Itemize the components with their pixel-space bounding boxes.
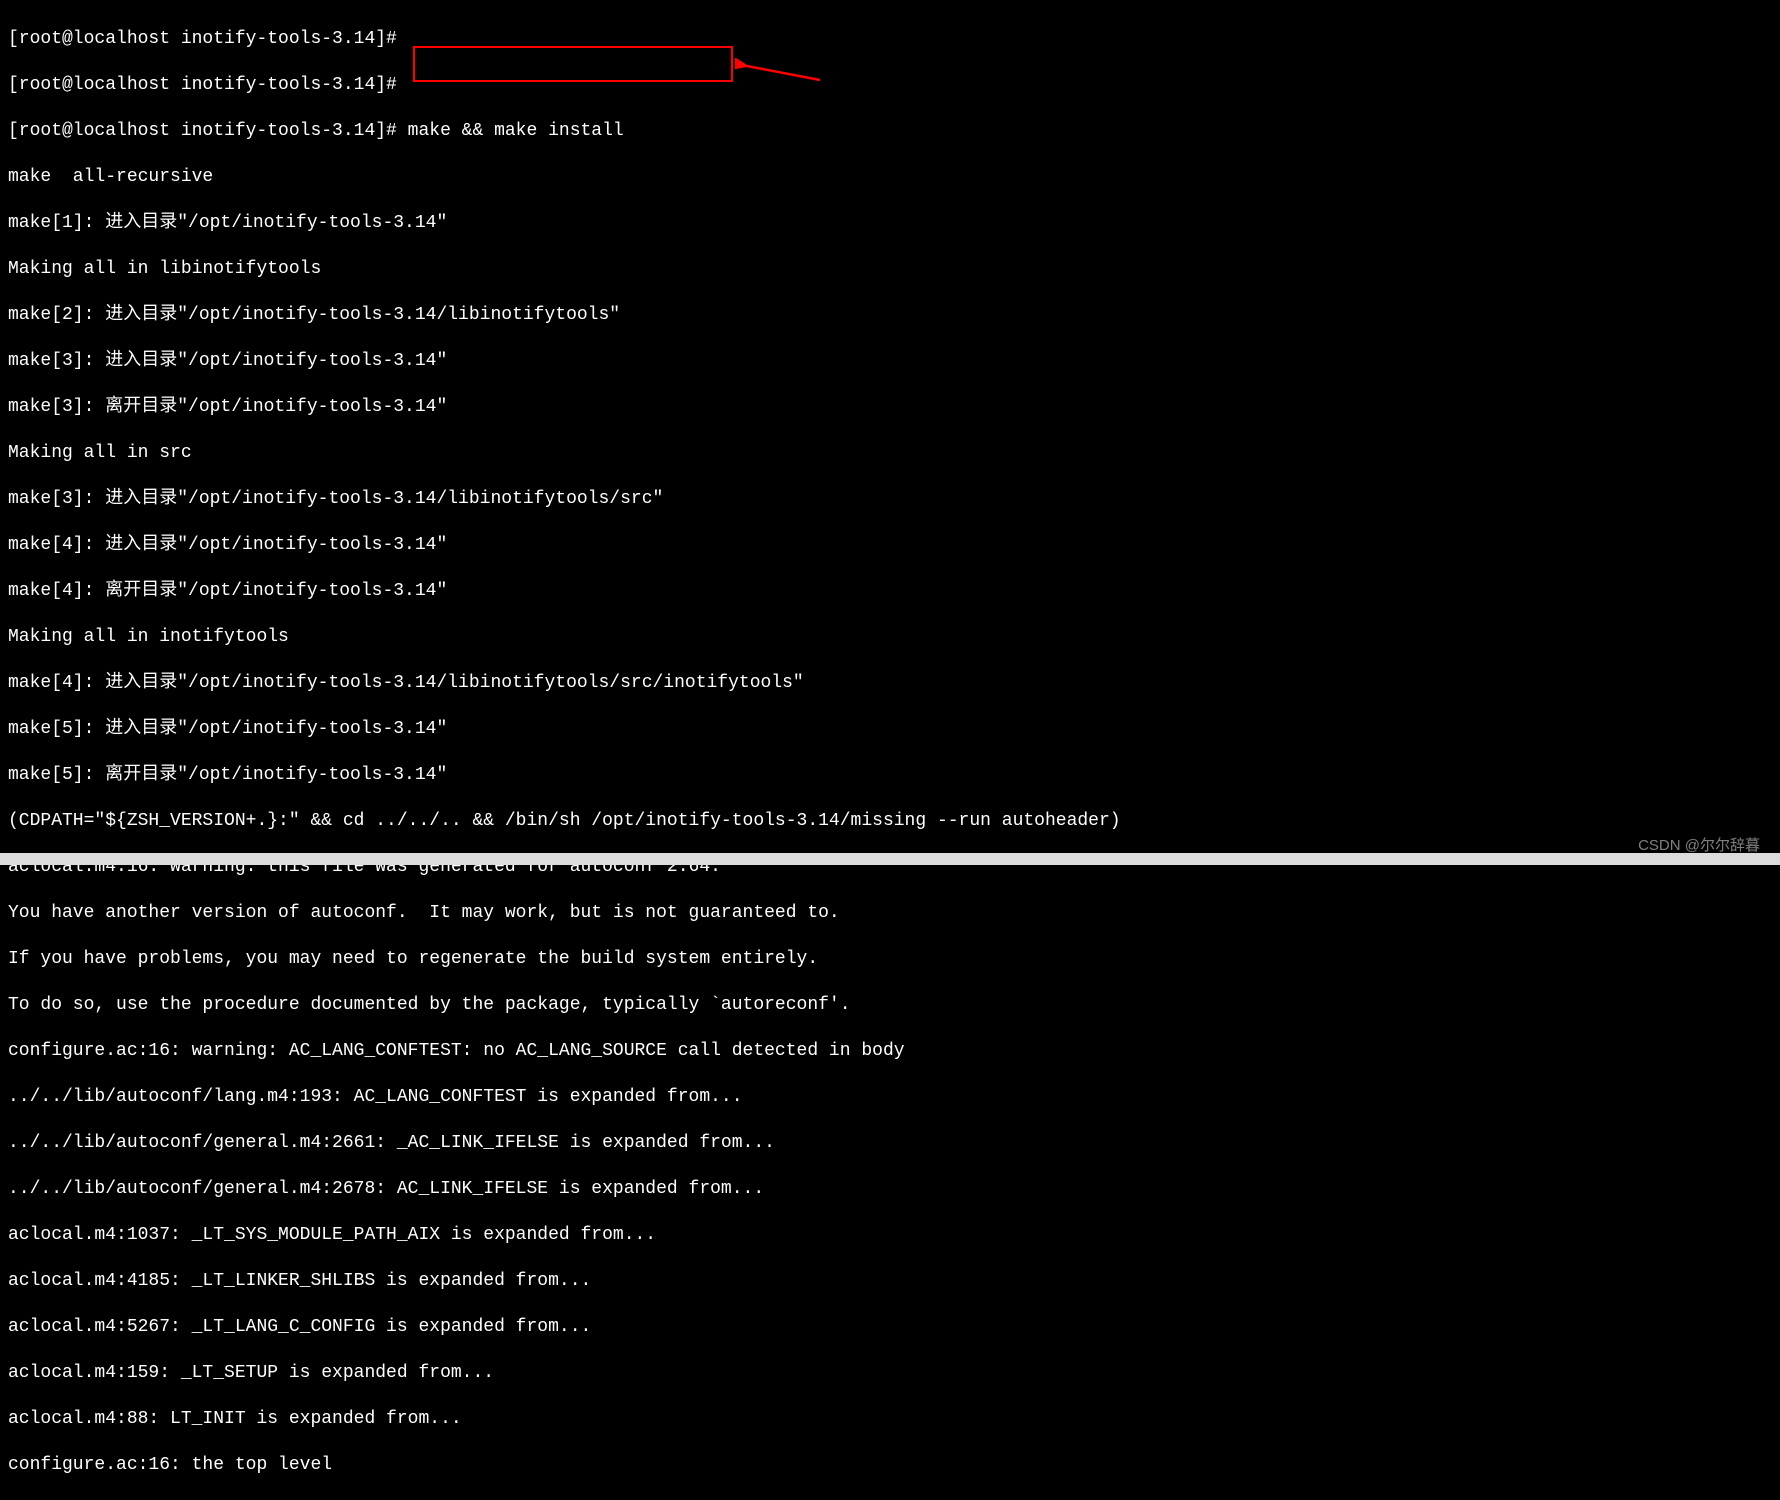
terminal-line: aclocal.m4:5267: _LT_LANG_C_CONFIG is ex…: [8, 1316, 1772, 1339]
terminal-line: Making all in src: [8, 442, 1772, 465]
terminal-line: Making all in inotifytools: [8, 626, 1772, 649]
terminal-line: make[5]: 离开目录"/opt/inotify-tools-3.14": [8, 764, 1772, 787]
terminal-line: aclocal.m4:159: _LT_SETUP is expanded fr…: [8, 1362, 1772, 1385]
terminal-line: make[4]: 离开目录"/opt/inotify-tools-3.14": [8, 580, 1772, 603]
terminal-line: make[4]: 进入目录"/opt/inotify-tools-3.14": [8, 534, 1772, 557]
terminal-line: make[2]: 进入目录"/opt/inotify-tools-3.14/li…: [8, 304, 1772, 327]
terminal-line: make all-recursive: [8, 166, 1772, 189]
terminal-line: aclocal.m4:4185: _LT_LINKER_SHLIBS is ex…: [8, 1270, 1772, 1293]
terminal-line: aclocal.m4:88: LT_INIT is expanded from.…: [8, 1408, 1772, 1431]
terminal-line: aclocal.m4:1037: _LT_SYS_MODULE_PATH_AIX…: [8, 1224, 1772, 1247]
terminal-line: (CDPATH="${ZSH_VERSION+.}:" && cd ../../…: [8, 810, 1772, 833]
terminal-line: make[1]: 进入目录"/opt/inotify-tools-3.14": [8, 212, 1772, 235]
terminal-line: configure.ac:16: warning: AC_LANG_CONFTE…: [8, 1040, 1772, 1063]
terminal-line: make[3]: 进入目录"/opt/inotify-tools-3.14/li…: [8, 488, 1772, 511]
terminal-line: ../../lib/autoconf/general.m4:2678: AC_L…: [8, 1178, 1772, 1201]
terminal-line: If you have problems, you may need to re…: [8, 948, 1772, 971]
terminal-line: ../../lib/autoconf/lang.m4:193: AC_LANG_…: [8, 1086, 1772, 1109]
terminal-output[interactable]: [root@localhost inotify-tools-3.14]# [ro…: [8, 5, 1772, 1500]
terminal-line: [root@localhost inotify-tools-3.14]# mak…: [8, 120, 1772, 143]
terminal-line: [root@localhost inotify-tools-3.14]#: [8, 28, 1772, 51]
terminal-line: make[3]: 进入目录"/opt/inotify-tools-3.14": [8, 350, 1772, 373]
terminal-line: You have another version of autoconf. It…: [8, 902, 1772, 925]
terminal-line: make[3]: 离开目录"/opt/inotify-tools-3.14": [8, 396, 1772, 419]
terminal-line: configure.ac:16: the top level: [8, 1454, 1772, 1477]
taskbar[interactable]: [0, 853, 1780, 865]
terminal-line: make[4]: 进入目录"/opt/inotify-tools-3.14/li…: [8, 672, 1772, 695]
terminal-line: [root@localhost inotify-tools-3.14]#: [8, 74, 1772, 97]
terminal-line: To do so, use the procedure documented b…: [8, 994, 1772, 1017]
terminal-line: ../../lib/autoconf/general.m4:2661: _AC_…: [8, 1132, 1772, 1155]
terminal-line: make[5]: 进入目录"/opt/inotify-tools-3.14": [8, 718, 1772, 741]
terminal-line: Making all in libinotifytools: [8, 258, 1772, 281]
